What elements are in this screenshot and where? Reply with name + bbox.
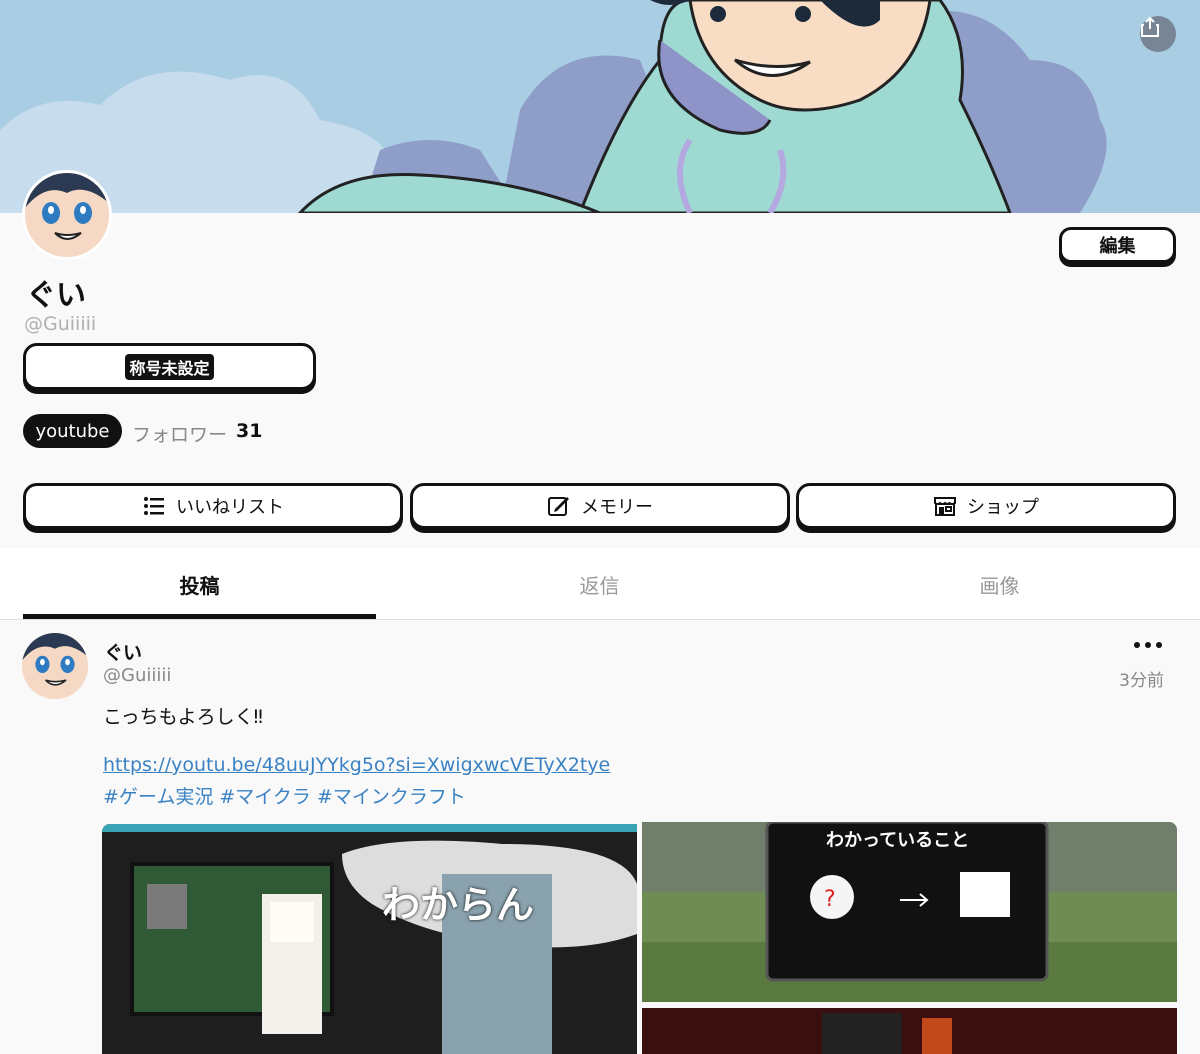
likes-list-button[interactable]: いいねリスト (23, 483, 403, 529)
svg-text:?: ? (824, 887, 836, 912)
post-author-handle: @Guiiiii (103, 665, 172, 686)
youtube-link-tag[interactable]: youtube (23, 414, 122, 448)
hashtag[interactable]: #マインクラフト (317, 786, 466, 808)
followers-label[interactable]: フォロワー (132, 420, 227, 447)
post-image-3[interactable] (642, 1008, 1177, 1054)
list-icon (144, 497, 164, 515)
avatar[interactable] (22, 170, 112, 260)
post-timestamp: 3分前 (1119, 671, 1164, 691)
post-hashtags: #ゲーム実況 #マイクラ #マインクラフト (103, 782, 472, 809)
thumbnail-image (102, 824, 637, 1054)
tab-replies[interactable]: 返信 (423, 548, 776, 620)
profile-page: 編集 ぐい @Guiiiii 称号未設定 youtube フォロワー 31 いい… (0, 0, 1200, 1054)
memory-button[interactable]: メモリー (410, 483, 790, 529)
hashtag[interactable]: #マイクラ (219, 786, 311, 808)
likes-list-label: いいねリスト (176, 497, 284, 518)
banner-illustration (0, 0, 1200, 213)
post-author-name[interactable]: ぐい (104, 638, 142, 665)
tab-images[interactable]: 画像 (823, 548, 1176, 620)
title-badge-button[interactable]: 称号未設定 (23, 343, 316, 390)
post-avatar-image (22, 633, 88, 699)
title-badge-label: 称号未設定 (125, 353, 214, 380)
header-banner (0, 0, 1200, 213)
post-text: こっちもよろしく‼︎ (103, 706, 263, 728)
shop-icon (934, 497, 956, 516)
profile-tabs: 投稿 返信 画像 (0, 548, 1200, 620)
avatar-image (25, 173, 109, 257)
thumbnail-caption: わかっていること (826, 830, 970, 851)
hashtag[interactable]: #ゲーム実況 (103, 786, 213, 808)
followers-count[interactable]: 31 (236, 420, 262, 442)
edit-icon (548, 497, 569, 516)
post-avatar[interactable] (22, 633, 88, 699)
post-image-2[interactable]: ? わかっていること (642, 822, 1177, 1002)
thumbnail-caption: わからん (382, 883, 535, 927)
share-button[interactable] (1140, 16, 1176, 52)
profile-name: ぐい (26, 278, 86, 313)
shop-button[interactable]: ショップ (796, 483, 1176, 529)
memory-label: メモリー (581, 497, 653, 518)
thumbnail-image (642, 1008, 1177, 1054)
share-icon (1141, 16, 1159, 37)
profile-handle: @Guiiiii (24, 313, 97, 335)
post-image-1[interactable]: わからん (102, 824, 637, 1054)
shop-label: ショップ (967, 497, 1039, 518)
more-icon[interactable] (1134, 637, 1162, 653)
active-tab-indicator (23, 614, 376, 619)
post-link[interactable]: https://youtu.be/48uuJYYkg5o?si=XwigxwcV… (103, 754, 610, 776)
tab-posts[interactable]: 投稿 (23, 548, 376, 620)
edit-profile-button[interactable]: 編集 (1059, 227, 1176, 263)
